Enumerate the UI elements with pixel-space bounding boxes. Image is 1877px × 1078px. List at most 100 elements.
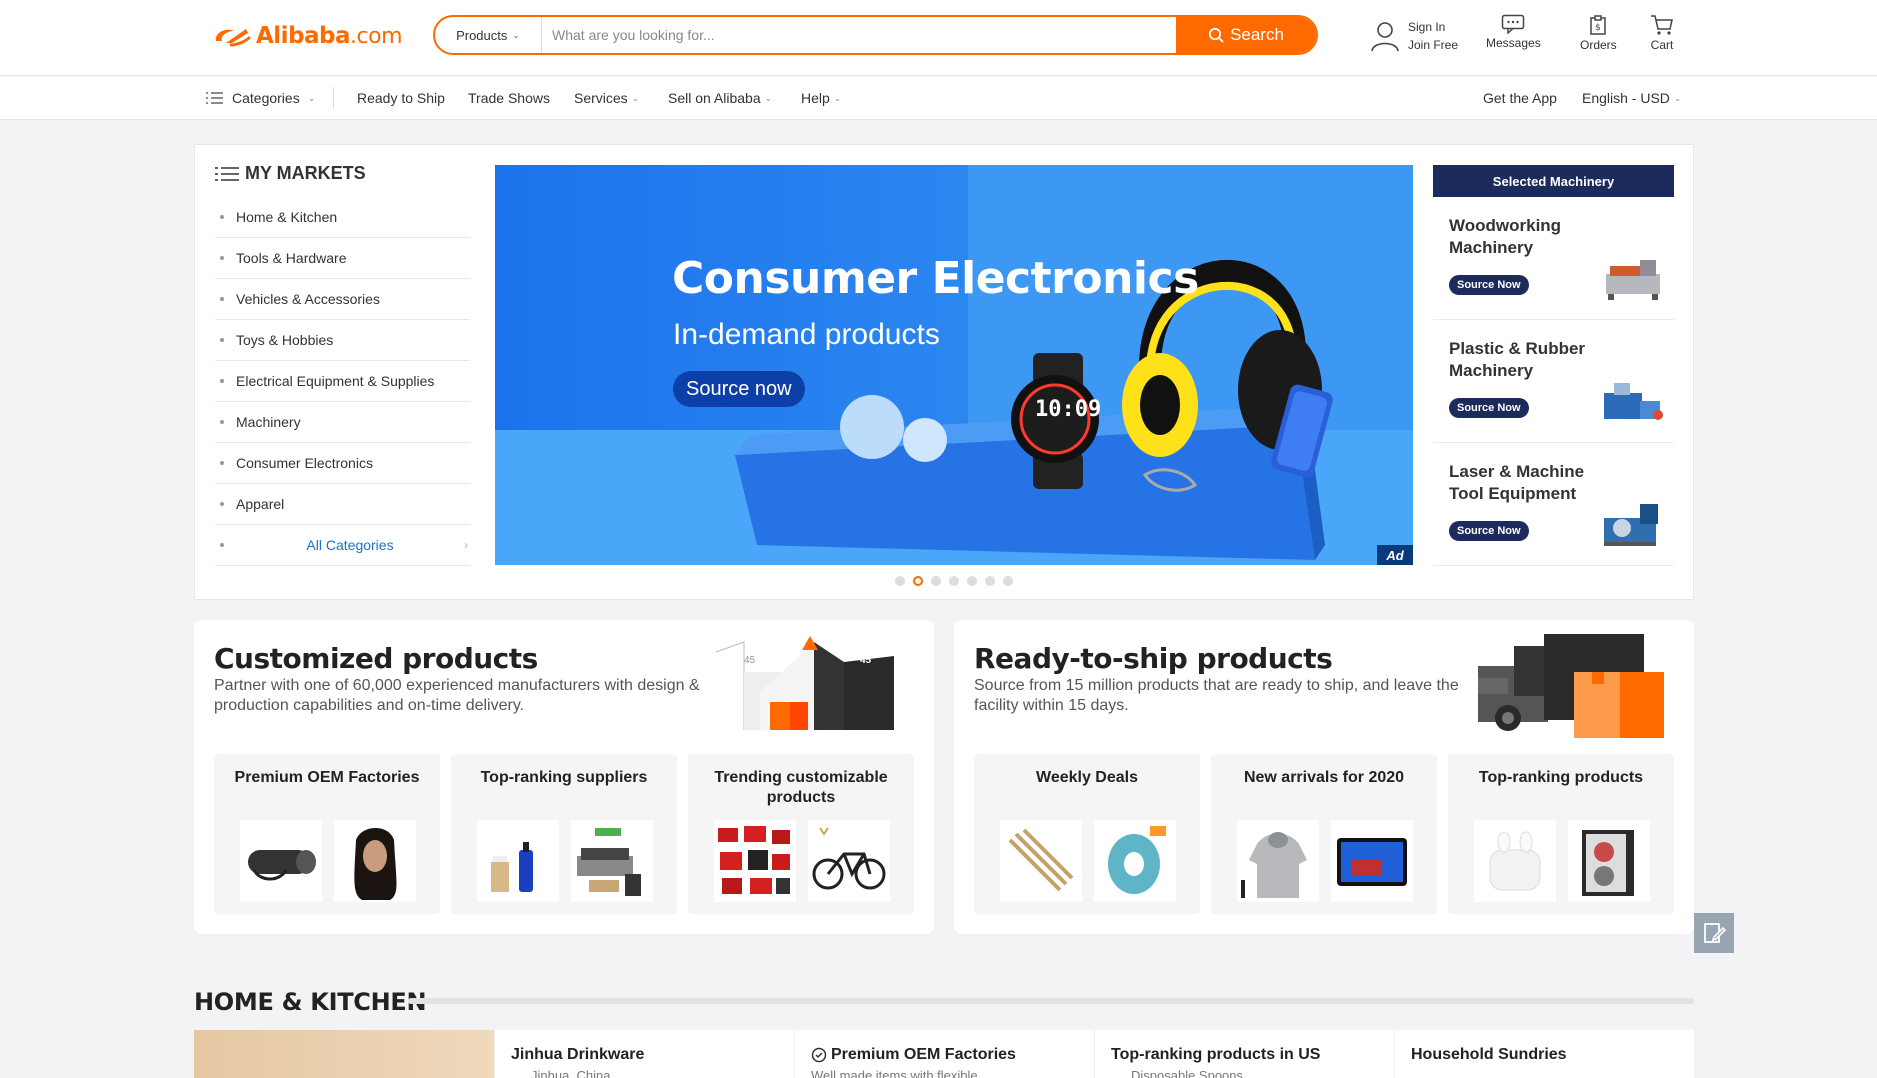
new-arrivals-card[interactable]: New arrivals for 2020 <box>1211 754 1437 914</box>
markets-list: Home & Kitchen Tools & Hardware Vehicles… <box>215 197 470 566</box>
machinery-item[interactable]: Plastic & Rubber Machinery Source Now <box>1433 320 1674 443</box>
search-button[interactable]: Search <box>1176 17 1316 53</box>
weekly-deals-card[interactable]: Weekly Deals <box>974 754 1200 914</box>
packaging-image <box>571 820 653 902</box>
carousel-dot[interactable] <box>967 576 977 586</box>
source-now-button[interactable]: Source Now <box>1449 275 1529 295</box>
home-kitchen-hero-image[interactable] <box>194 1030 494 1078</box>
home-kitchen-title: HOME & KITCHEN <box>194 988 427 1016</box>
feedback-button[interactable] <box>1694 913 1734 953</box>
ready-to-ship-card: Ready-to-ship products Source from 15 mi… <box>954 620 1694 934</box>
machinery-item[interactable]: Woodworking Machinery Source Now <box>1433 197 1674 320</box>
hero-banner[interactable]: 10:09 Consumer Electronics In-demand pro… <box>495 165 1413 565</box>
chevron-down-icon: ⌄ <box>1673 92 1682 103</box>
trending-customizable-products-card[interactable]: Trending customizable products <box>688 754 914 914</box>
source-now-button[interactable]: Source Now <box>1449 521 1529 541</box>
carousel-dot[interactable] <box>1003 576 1013 586</box>
source-now-button[interactable]: Source Now <box>1449 398 1529 418</box>
carousel-dot[interactable] <box>985 576 995 586</box>
nav-sell-on-alibaba[interactable]: Sell on Alibaba ⌄ <box>668 90 772 106</box>
join-free-link[interactable]: Join Free <box>1408 36 1458 54</box>
home-kitchen-cell[interactable]: Top-ranking products in US Disposable Sp… <box>1094 1030 1394 1078</box>
list-icon <box>215 166 239 181</box>
nav-trade-shows[interactable]: Trade Shows <box>468 90 550 106</box>
nav-trade-shows-label: Trade Shows <box>468 90 550 106</box>
selected-machinery-panel: Selected Machinery Woodworking Machinery… <box>1433 165 1674 566</box>
chevron-down-icon: ⌄ <box>512 29 520 40</box>
nav-ready-to-ship[interactable]: Ready to Ship <box>357 90 445 106</box>
market-consumer-electronics[interactable]: Consumer Electronics <box>215 443 470 484</box>
truck-illustration <box>1478 634 1664 738</box>
earbuds-image <box>1474 820 1556 902</box>
home-kitchen-cell[interactable]: Jinhua Drinkware Jinhua, China <box>494 1030 794 1078</box>
nav-get-the-app[interactable]: Get the App <box>1483 90 1557 106</box>
market-home-kitchen[interactable]: Home & Kitchen <box>215 197 470 238</box>
top-ranking-suppliers-card[interactable]: Top-ranking suppliers <box>451 754 677 914</box>
nav-categories-label: Categories <box>232 90 300 106</box>
plastic-machine-image <box>1604 383 1663 420</box>
carousel-dot[interactable] <box>895 576 905 586</box>
cart-icon <box>1651 15 1673 35</box>
carousel-dot[interactable] <box>913 576 923 586</box>
nav-divider <box>333 87 334 109</box>
banner-illustration <box>735 259 1333 560</box>
my-markets-label: MY MARKETS <box>245 163 366 183</box>
signin-link[interactable]: Sign In <box>1408 18 1458 36</box>
search-category-select[interactable]: Products ⌄ <box>435 17 542 53</box>
section-divider <box>408 998 1694 1004</box>
banner-title: Consumer Electronics <box>672 253 1199 304</box>
nav-ready-to-ship-label: Ready to Ship <box>357 90 445 106</box>
premium-oem-factories-card[interactable]: Premium OEM Factories <box>214 754 440 914</box>
cell-title-wrap: Premium OEM Factories <box>811 1046 1016 1064</box>
laser-machine-image <box>1604 504 1658 546</box>
hero-card: MY MARKETS Home & Kitchen Tools & Hardwa… <box>194 144 1694 600</box>
nav-language-currency[interactable]: English - USD ⌄ <box>1582 90 1681 106</box>
home-kitchen-cell[interactable]: Premium OEM Factories Well made items wi… <box>794 1030 1094 1078</box>
search-input[interactable] <box>542 17 1176 53</box>
market-apparel[interactable]: Apparel <box>215 484 470 525</box>
nav-categories[interactable]: Categories ⌄ <box>206 90 315 106</box>
ready-to-ship-description: Source from 15 million products that are… <box>974 677 1459 714</box>
yoga-mat-image <box>240 820 322 902</box>
tools-set-image <box>714 820 796 902</box>
cell-title: Jinhua Drinkware <box>511 1046 645 1063</box>
carousel-dot[interactable] <box>931 576 941 586</box>
market-tools-hardware[interactable]: Tools & Hardware <box>215 238 470 279</box>
watch-time-text: 10:09 <box>1035 397 1102 422</box>
search-button-label: Search <box>1230 25 1284 44</box>
angle-right-label: 45 <box>860 655 872 666</box>
cell-title: Top-ranking products in US <box>1111 1046 1321 1063</box>
cell-subtitle: Jinhua, China <box>531 1068 611 1078</box>
signin-area[interactable]: Sign In Join Free <box>1370 18 1458 54</box>
banner-source-now-button[interactable]: Source now <box>673 371 805 407</box>
market-all-categories[interactable]: All Categories › <box>215 525 470 566</box>
customized-title[interactable]: Customized products <box>214 642 538 675</box>
nav-help-label: Help <box>801 90 830 106</box>
edit-feedback-icon <box>1704 923 1726 943</box>
market-toys-hobbies[interactable]: Toys & Hobbies <box>215 320 470 361</box>
nav-services[interactable]: Services ⌄ <box>574 90 639 106</box>
orders-button[interactable]: $ Orders <box>1580 14 1617 56</box>
market-vehicles-accessories[interactable]: Vehicles & Accessories <box>215 279 470 320</box>
nav-help[interactable]: Help ⌄ <box>801 90 841 106</box>
market-electrical-equipment[interactable]: Electrical Equipment & Supplies <box>215 361 470 402</box>
carousel-dot[interactable] <box>949 576 959 586</box>
nav-services-label: Services <box>574 90 628 106</box>
card-title: Trending customizable products <box>714 769 888 806</box>
market-machinery[interactable]: Machinery <box>215 402 470 443</box>
straws-image <box>1000 820 1082 902</box>
alibaba-logo[interactable]: Alibaba .com <box>212 20 403 52</box>
cart-button[interactable]: Cart <box>1650 14 1674 56</box>
home-kitchen-cell[interactable]: Household Sundries <box>1394 1030 1694 1078</box>
nav-get-app-label: Get the App <box>1483 90 1557 106</box>
card-title: Weekly Deals <box>1036 769 1138 786</box>
chevron-down-icon: ⌄ <box>307 92 316 103</box>
cell-subtitle: Disposable Spoons <box>1131 1068 1244 1078</box>
ready-to-ship-title[interactable]: Ready-to-ship products <box>974 642 1333 675</box>
machinery-item[interactable]: Laser & Machine Tool Equipment Source No… <box>1433 443 1674 566</box>
bottles-image <box>477 820 559 902</box>
messages-button[interactable]: Messages <box>1486 14 1541 56</box>
card-title: Top-ranking suppliers <box>480 769 648 786</box>
top-ranking-products-card[interactable]: Top-ranking products <box>1448 754 1674 914</box>
selected-machinery-header: Selected Machinery <box>1433 165 1674 197</box>
